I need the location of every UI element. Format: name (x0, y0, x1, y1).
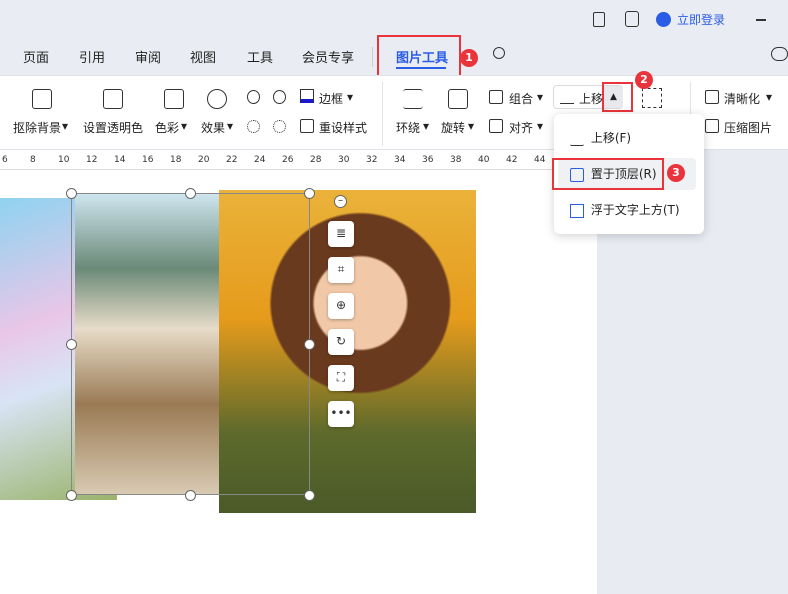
annotation-badge-1: 1 (460, 49, 478, 67)
ruler-tick-label: 38 (450, 155, 462, 165)
minimize-button[interactable] (756, 19, 766, 21)
color-icon[interactable] (164, 89, 184, 109)
ruler-tick-label: 36 (422, 155, 434, 165)
ruler-tick-label: 18 (170, 155, 182, 165)
ruler-tick-label: 10 (58, 155, 70, 165)
float-crop-button[interactable]: ⌗ (328, 257, 354, 283)
annotation-box-2 (602, 82, 633, 112)
align-button[interactable]: 对齐 (509, 119, 533, 136)
divider (382, 82, 383, 146)
ruler-tick-label: 42 (506, 155, 518, 165)
border-icon[interactable] (300, 89, 314, 103)
rotate-handle[interactable]: – (334, 195, 347, 208)
tab-view[interactable]: 视图 (190, 47, 216, 66)
sharpen-button[interactable]: 清晰化 (724, 90, 760, 107)
tab-page[interactable]: 页面 (23, 47, 49, 66)
float-more-button[interactable]: ••• (328, 401, 354, 427)
resize-handle[interactable] (304, 490, 315, 501)
ruler-tick-label: 22 (226, 155, 238, 165)
user-avatar-icon[interactable] (656, 12, 671, 27)
effects-button[interactable]: 效果 (201, 119, 225, 136)
menu-item-in-front-of-text[interactable]: 浮于文字上方(T) (558, 194, 696, 226)
tab-member[interactable]: 会员专享 (302, 47, 354, 66)
increase-contrast-icon[interactable] (247, 90, 260, 104)
decrease-brightness-icon[interactable] (273, 120, 286, 133)
title-bar: 立即登录 (0, 0, 788, 36)
ruler-tick-label: 14 (114, 155, 126, 165)
float-fit-button[interactable]: ⛶ (328, 365, 354, 391)
tab-reference[interactable]: 引用 (79, 47, 105, 66)
wrap-button[interactable]: 环绕 (396, 119, 420, 136)
selection-pane-icon[interactable] (642, 88, 662, 108)
set-transparent-icon[interactable] (103, 89, 123, 109)
document-page: – ≣ ⌗ ⊕ ↻ ⛶ ••• (0, 170, 597, 594)
wrap-icon[interactable] (403, 89, 423, 109)
phone-icon[interactable] (593, 12, 605, 27)
bring-forward-icon (560, 90, 574, 104)
remove-background-icon[interactable] (32, 89, 52, 109)
tab-tools[interactable]: 工具 (247, 47, 273, 66)
resize-handle[interactable] (304, 339, 315, 350)
resize-handle[interactable] (185, 188, 196, 199)
decrease-contrast-icon[interactable] (273, 90, 286, 104)
in-front-of-text-icon (570, 203, 584, 218)
ruler-tick-label: 28 (310, 155, 322, 165)
color-button[interactable]: 色彩 (155, 119, 179, 136)
reset-style-icon[interactable] (300, 119, 314, 133)
border-button[interactable]: 边框 (319, 90, 343, 107)
resize-handle[interactable] (304, 188, 315, 199)
resize-handle[interactable] (185, 490, 196, 501)
search-icon[interactable] (493, 47, 505, 59)
annotation-box-3 (552, 158, 664, 190)
ruler-tick-label: 20 (198, 155, 210, 165)
ruler-tick-label: 40 (478, 155, 490, 165)
annotation-badge-2: 2 (635, 71, 653, 89)
ruler-tick-label: 30 (338, 155, 350, 165)
resize-handle[interactable] (66, 188, 77, 199)
effects-icon[interactable] (207, 89, 227, 109)
float-rotate-button[interactable]: ↻ (328, 329, 354, 355)
set-transparent-button[interactable]: 设置透明色 (83, 119, 143, 136)
ruler-tick-label: 34 (394, 155, 406, 165)
resize-handle[interactable] (66, 339, 77, 350)
ruler-tick-label: 26 (282, 155, 294, 165)
ruler-tick-label: 16 (142, 155, 154, 165)
menu-item-bring-forward[interactable]: 上移(F) (558, 122, 696, 154)
annotation-box-1 (377, 35, 461, 80)
annotation-badge-3: 3 (667, 164, 685, 182)
float-zoom-in-button[interactable]: ⊕ (328, 293, 354, 319)
ruler-tick-label: 24 (254, 155, 266, 165)
float-wrap-button[interactable]: ≣ (328, 221, 354, 247)
group-button[interactable]: 组合 (509, 90, 533, 107)
group-icon[interactable] (489, 90, 503, 104)
cube-icon[interactable] (625, 11, 639, 27)
ruler-tick-label: 12 (86, 155, 98, 165)
compress-icon[interactable] (705, 119, 719, 133)
remove-background-button[interactable]: 抠除背景 (13, 119, 61, 136)
cloud-icon[interactable] (771, 47, 788, 61)
ruler-tick-label: 32 (366, 155, 378, 165)
login-link[interactable]: 立即登录 (677, 11, 725, 28)
bring-forward-icon (570, 132, 584, 146)
horizontal-ruler[interactable]: 6 8 10 12 14 16 18 20 22 24 26 28 30 32 34 36 38 40 42 44 (0, 150, 597, 170)
increase-brightness-icon[interactable] (247, 120, 260, 133)
selection-frame (71, 193, 310, 495)
bring-forward-label: 上移 (579, 92, 604, 106)
resize-handle[interactable] (66, 490, 77, 501)
compress-button[interactable]: 压缩图片 (724, 119, 772, 136)
rotate-icon[interactable] (448, 89, 468, 109)
tab-review[interactable]: 审阅 (135, 47, 161, 66)
divider (372, 47, 373, 67)
align-icon[interactable] (489, 119, 503, 133)
ruler-tick-label: 44 (534, 155, 546, 165)
ruler-tick-label: 6 (2, 155, 8, 165)
sharpen-icon[interactable] (705, 90, 719, 104)
reset-style-button[interactable]: 重设样式 (319, 119, 367, 136)
rotate-button[interactable]: 旋转 (441, 119, 465, 136)
ruler-tick-label: 8 (30, 155, 36, 165)
